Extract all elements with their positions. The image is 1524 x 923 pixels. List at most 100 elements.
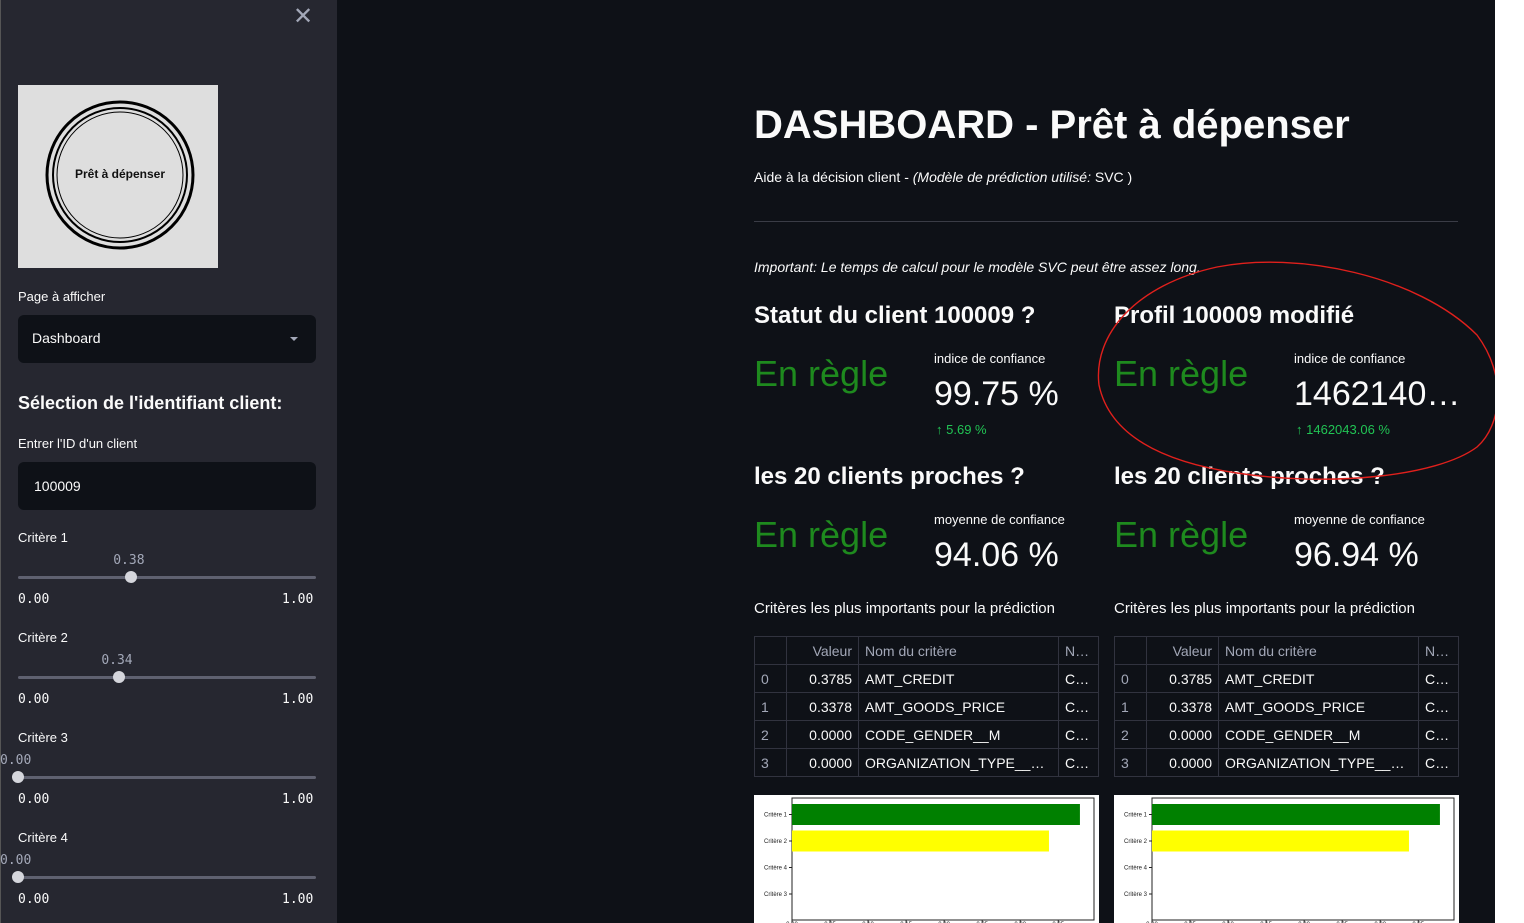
table-cell: 2 (754, 720, 787, 749)
modified-neighbors-confidence-value: 96.94 % (1294, 536, 1419, 574)
table-cell: 0.0000 (786, 748, 859, 777)
client-status-value: En règle (754, 353, 889, 394)
slider-label: Critère 1 (18, 530, 68, 545)
table-cell: 0.3378 (1146, 692, 1219, 721)
column-header[interactable]: Nom du critère (858, 636, 1059, 665)
client-id-label: Entrer l'ID d'un client (18, 436, 138, 451)
confidence-delta: ↑ 5.69 % (936, 422, 987, 437)
table-cell: 0.3785 (786, 664, 859, 693)
table-cell: Critè (1418, 748, 1459, 777)
table-cell: Critè (1058, 664, 1099, 693)
page-title: DASHBOARD - Prêt à dépenser (754, 103, 1350, 147)
table-cell: 0.0000 (786, 720, 859, 749)
neighbors-confidence-value: 94.06 % (934, 536, 1059, 574)
main-area: DASHBOARD - Prêt à dépenser Aide à la dé… (337, 0, 1495, 923)
slider-thumb[interactable] (125, 571, 138, 583)
slider-thumb[interactable] (12, 771, 24, 783)
table-cell: 0.0000 (1146, 720, 1219, 749)
table-cell: 0.0000 (1146, 748, 1219, 777)
table-row[interactable]: 0 0.3785 AMT_CREDIT Critè (754, 664, 1099, 693)
column-header[interactable]: Num (1058, 636, 1099, 665)
slider-thumb[interactable] (12, 871, 24, 883)
criteria-table[interactable]: Valeur Nom du critère Num 0 0.3785 AMT_CREDIT… (754, 636, 1099, 777)
page-select-label: Page à afficher (18, 289, 106, 304)
slider-thumb[interactable] (113, 671, 126, 683)
chart-bar (792, 804, 1080, 825)
sidebar: ✕ Prêt à dépenser Page à afficher Dashbo… (0, 0, 337, 923)
y-tick-label: Critère 1 (764, 813, 788, 819)
column-header[interactable] (1114, 636, 1147, 665)
table-cell: AMT_GOODS_PRICE (1218, 692, 1419, 721)
close-icon[interactable]: ✕ (293, 3, 313, 31)
slider-track[interactable] (18, 576, 316, 579)
y-tick-label: Critère 4 (1124, 866, 1148, 872)
logo: Prêt à dépenser (18, 85, 218, 268)
slider-min: 0.00 (18, 692, 50, 707)
table-row[interactable]: 1 0.3378 AMT_GOODS_PRICE Critè (1114, 692, 1459, 721)
table-row[interactable]: 3 0.0000 ORGANIZATION_TYPE__X… Critè (754, 748, 1099, 777)
red-annotation-circle (1097, 261, 1495, 480)
slider-label: Critère 4 (18, 830, 68, 845)
column-header[interactable]: Nom du critère (1218, 636, 1419, 665)
modified-criteria-chart: Critère 1Critère 2Critère 4Critère 30.00… (1114, 795, 1459, 923)
modified-neighbors-confidence-label: moyenne de confiance (1294, 512, 1425, 527)
logo-text: Prêt à dépenser (74, 167, 166, 181)
client-status-heading: Statut du client 100009 ? (754, 302, 1036, 329)
confidence-value: 99.75 % (934, 375, 1059, 413)
modified-criteria-table[interactable]: Valeur Nom du critère Num 0 0.3785 AMT_CREDIT… (1114, 636, 1459, 777)
table-cell: 0 (1114, 664, 1147, 693)
table-cell: 1 (754, 692, 787, 721)
slider-track[interactable] (18, 776, 316, 779)
subtitle-model: SVC ) (1094, 169, 1133, 185)
slider-max: 1.00 (282, 592, 314, 607)
neighbors-heading: les 20 clients proches ? (754, 463, 1025, 490)
y-tick-label: Critère 1 (1124, 813, 1148, 819)
table-row[interactable]: 0 0.3785 AMT_CREDIT Critè (1114, 664, 1459, 693)
page-select-value: Dashboard (32, 330, 101, 346)
slider-value: 0.00 (0, 753, 32, 768)
table-cell: 0.3785 (1146, 664, 1219, 693)
slider-track[interactable] (18, 676, 316, 679)
table-cell: 0.3378 (786, 692, 859, 721)
column-header[interactable]: Num (1418, 636, 1459, 665)
slider-value: 0.38 (113, 553, 145, 568)
table-cell: AMT_GOODS_PRICE (858, 692, 1059, 721)
table-row[interactable]: 3 0.0000 ORGANIZATION_TYPE__X… Critè (1114, 748, 1459, 777)
slider-track[interactable] (18, 876, 316, 879)
chart-bar (1152, 804, 1440, 825)
page-select[interactable]: Dashboard (18, 315, 316, 363)
slider-min: 0.00 (18, 792, 50, 807)
table-cell: Critè (1418, 692, 1459, 721)
column-header[interactable]: Valeur (786, 636, 859, 665)
neighbors-confidence-label: moyenne de confiance (934, 512, 1065, 527)
table-cell: CODE_GENDER__M (858, 720, 1059, 749)
client-selection-heading: Sélection de l'identifiant client: (18, 393, 283, 413)
subtitle-text: Aide à la décision client - (754, 169, 913, 185)
slider-max: 1.00 (282, 692, 314, 707)
modified-neighbors-status-value: En règle (1114, 514, 1249, 555)
slider-label: Critère 2 (18, 630, 68, 645)
modified-criteria-caption: Critères les plus importants pour la pré… (1114, 600, 1415, 617)
column-header[interactable] (754, 636, 787, 665)
table-cell: 2 (1114, 720, 1147, 749)
table-cell: AMT_CREDIT (1218, 664, 1419, 693)
outer-margin (1495, 0, 1524, 923)
table-cell: 1 (1114, 692, 1147, 721)
divider (754, 221, 1458, 222)
confidence-delta-text: 5.69 % (946, 422, 987, 437)
table-cell: 0 (754, 664, 787, 693)
table-cell: 3 (1114, 748, 1147, 777)
table-row[interactable]: 2 0.0000 CODE_GENDER__M Critè (754, 720, 1099, 749)
client-id-input[interactable] (18, 462, 316, 510)
criteria-chart: Critère 1Critère 2Critère 4Critère 30.00… (754, 795, 1099, 923)
subtitle-italic: (Modèle de prédiction utilisé: (912, 169, 1095, 185)
chevron-down-icon (290, 337, 298, 341)
table-row[interactable]: 2 0.0000 CODE_GENDER__M Critè (1114, 720, 1459, 749)
confidence-label: indice de confiance (934, 351, 1046, 366)
table-cell: Critè (1058, 748, 1099, 777)
neighbors-status-value: En règle (754, 514, 889, 555)
page-subtitle: Aide à la décision client - (Modèle de p… (754, 169, 1132, 185)
table-row[interactable]: 1 0.3378 AMT_GOODS_PRICE Critè (754, 692, 1099, 721)
table-header-row: Valeur Nom du critère Num (754, 636, 1099, 665)
column-header[interactable]: Valeur (1146, 636, 1219, 665)
